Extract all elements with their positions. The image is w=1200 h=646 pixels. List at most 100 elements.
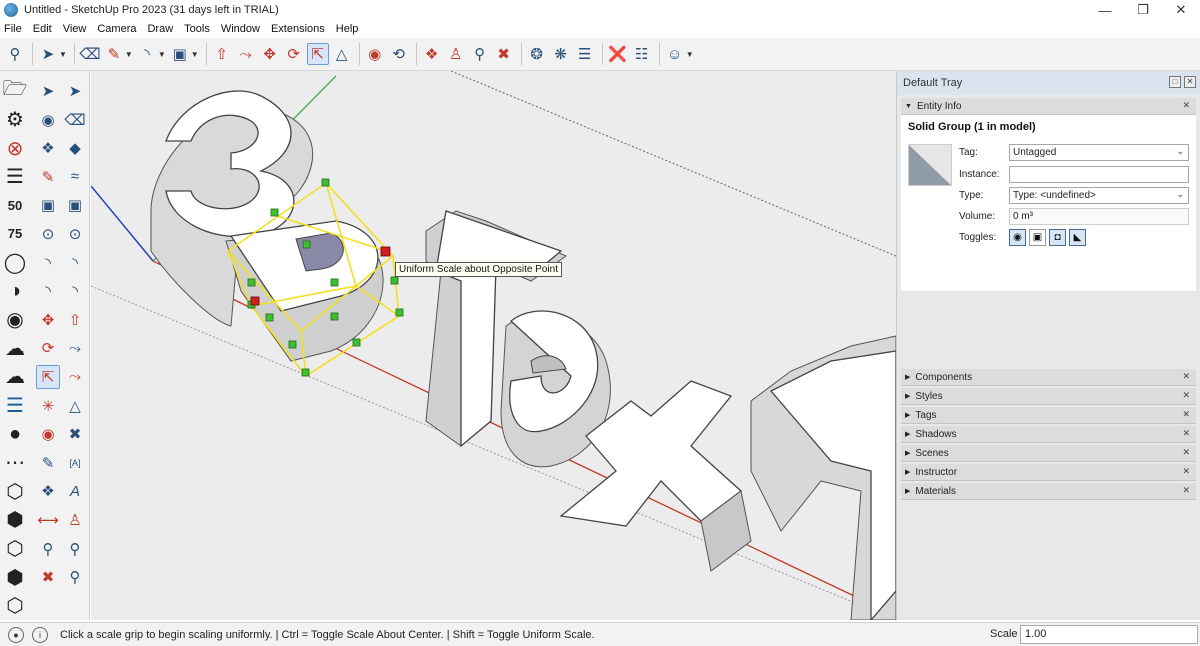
type-select[interactable]: Type: <undefined> ⌄ [1009, 186, 1189, 204]
scale-grip[interactable] [302, 240, 311, 249]
previous-view-icon[interactable]: ⚲ [63, 565, 87, 589]
zoom-extents-icon[interactable]: ✖ [493, 43, 515, 65]
close-icon[interactable]: ✕ [1182, 100, 1190, 111]
badge-50-icon[interactable]: 50 [3, 193, 27, 217]
measurements-input[interactable]: 1.00 [1020, 625, 1198, 644]
chevron-down-icon[interactable]: ▼ [59, 50, 67, 59]
scale-grip[interactable] [352, 338, 361, 347]
panel-components[interactable]: ▶ Components ✕ [901, 369, 1196, 386]
menu-camera[interactable]: Camera [97, 23, 136, 35]
rotate-icon[interactable]: ⟳ [36, 336, 60, 360]
cloud-upload-icon[interactable]: ☁ [3, 365, 27, 389]
folder-icon[interactable]: 🗁 [3, 78, 28, 103]
scale-icon[interactable]: ⇱ [306, 43, 329, 65]
rotated-rectangle-icon[interactable]: ▣ [63, 193, 87, 217]
zoom-icon[interactable]: ⚲ [469, 43, 491, 65]
scale-grip[interactable] [301, 368, 310, 377]
dimension-icon[interactable]: ✖ [63, 422, 87, 446]
layers-icon[interactable]: ☰ [574, 43, 596, 65]
badge-75-icon[interactable]: 75 [3, 222, 27, 246]
dot-icon[interactable]: ● [3, 422, 27, 446]
walk-icon[interactable]: ♙ [445, 43, 467, 65]
half-droplet-icon[interactable]: ◑ [3, 279, 27, 303]
cloud-search-icon[interactable]: ☁ [3, 336, 27, 360]
lasso-icon[interactable]: ➤ [63, 79, 87, 103]
scale-grip[interactable] [270, 208, 279, 217]
scale-grip[interactable] [321, 178, 330, 187]
move-icon[interactable]: ✥ [259, 43, 281, 65]
component-icon[interactable]: ❖ [36, 136, 60, 160]
panel-shadows[interactable]: ▶ Shadows ✕ [901, 426, 1196, 443]
stack-icon[interactable]: ☰ [3, 394, 27, 418]
menu-extensions[interactable]: Extensions [271, 23, 325, 35]
follow-me-icon[interactable]: ⤳ [235, 43, 257, 65]
close-icon[interactable]: ✕ [1182, 428, 1190, 439]
close-circle-icon[interactable]: ⊗ [3, 136, 27, 160]
rectangle-icon[interactable]: ▣ [36, 193, 60, 217]
close-icon[interactable]: ✕ [1182, 409, 1190, 420]
tag-icon[interactable]: ◆ [63, 136, 87, 160]
offset-icon[interactable]: △ [331, 43, 353, 65]
droplet-icon[interactable]: ◯ [3, 251, 27, 275]
minimize-button[interactable]: — [1086, 0, 1124, 20]
hexagon-hole-icon[interactable]: ⬡ [3, 537, 27, 561]
scale-grip[interactable] [330, 278, 339, 287]
geo-location-icon[interactable]: ● [8, 626, 24, 643]
arc-2-icon[interactable]: ◝ [36, 279, 60, 303]
restore-button[interactable]: ❐ [1124, 0, 1162, 20]
pencil-icon[interactable]: ✎ [103, 43, 125, 65]
text-icon[interactable]: [A] [63, 451, 87, 475]
protractor-icon[interactable]: △ [63, 394, 87, 418]
tag-select[interactable]: Untagged ⌄ [1009, 143, 1189, 161]
select-icon[interactable]: ➤ [37, 43, 59, 65]
zoom-window-icon[interactable]: ⚲ [63, 537, 87, 561]
chevron-down-icon[interactable]: ▼ [686, 50, 694, 59]
orbit-icon[interactable]: ◉ [36, 422, 60, 446]
pie-icon[interactable]: ◝ [63, 251, 87, 275]
menu-edit[interactable]: Edit [33, 23, 52, 35]
orbit-icon[interactable]: ⟲ [388, 43, 410, 65]
close-button[interactable]: ✕ [1162, 0, 1200, 20]
chevron-down-icon[interactable]: ▼ [158, 50, 166, 59]
polygon-icon[interactable]: ⊙ [63, 222, 87, 246]
active-scale-grip[interactable] [380, 246, 391, 257]
panel-materials[interactable]: ▶ Materials ✕ [901, 483, 1196, 500]
eraser-icon[interactable]: ⌫ [79, 43, 101, 65]
rotate-icon[interactable]: ⟳ [283, 43, 305, 65]
push-pull-icon[interactable]: ⇧ [211, 43, 233, 65]
axes-icon[interactable]: ✳ [36, 394, 60, 418]
3d-text-icon[interactable]: A [63, 479, 87, 503]
panel-tags[interactable]: ▶ Tags ✕ [901, 407, 1196, 424]
push-pull-icon[interactable]: ⇧ [63, 308, 87, 332]
layers-icon[interactable]: ☰ [3, 165, 27, 189]
account-icon[interactable]: ☺ [664, 43, 686, 65]
layers-alt-icon[interactable]: ☷ [631, 43, 653, 65]
pin-icon[interactable]: □ [1169, 76, 1181, 88]
arc-icon[interactable]: ◝ [36, 251, 60, 275]
extension-warehouse-icon[interactable]: ❌ [607, 43, 629, 65]
move-icon[interactable]: ✥ [36, 308, 60, 332]
paint-icon[interactable]: ◉ [364, 43, 386, 65]
select-icon[interactable]: ➤ [36, 79, 60, 103]
menu-window[interactable]: Window [221, 23, 260, 35]
paint-bucket-icon[interactable]: ◉ [36, 108, 60, 132]
close-icon[interactable]: ✕ [1182, 447, 1190, 458]
extension-icon[interactable]: ❋ [550, 43, 572, 65]
gear-icon[interactable]: ⚙ [3, 108, 27, 132]
freehand-icon[interactable]: ≈ [63, 165, 87, 189]
offset-icon[interactable]: ⤳ [63, 365, 87, 389]
zoom-icon[interactable]: ⚲ [36, 537, 60, 561]
menu-tools[interactable]: Tools [184, 23, 210, 35]
panel-styles[interactable]: ▶ Styles ✕ [901, 388, 1196, 405]
hexagon-sphere-icon[interactable]: ⬢ [3, 565, 27, 589]
position-camera-icon[interactable]: ❖ [36, 479, 60, 503]
pan-icon[interactable]: ❖ [421, 43, 443, 65]
follow-me-icon[interactable]: ⤳ [63, 336, 87, 360]
scale-grip[interactable] [330, 312, 339, 321]
opposite-scale-grip[interactable] [250, 296, 260, 306]
cast-shadow-toggle-icon[interactable]: ◘ [1049, 228, 1066, 246]
visibility-toggle-icon[interactable]: ◉ [1009, 228, 1026, 246]
lock-toggle-icon[interactable]: ▣ [1029, 228, 1046, 246]
chevron-down-icon[interactable]: ▼ [125, 50, 133, 59]
info-icon[interactable]: i [32, 626, 48, 643]
